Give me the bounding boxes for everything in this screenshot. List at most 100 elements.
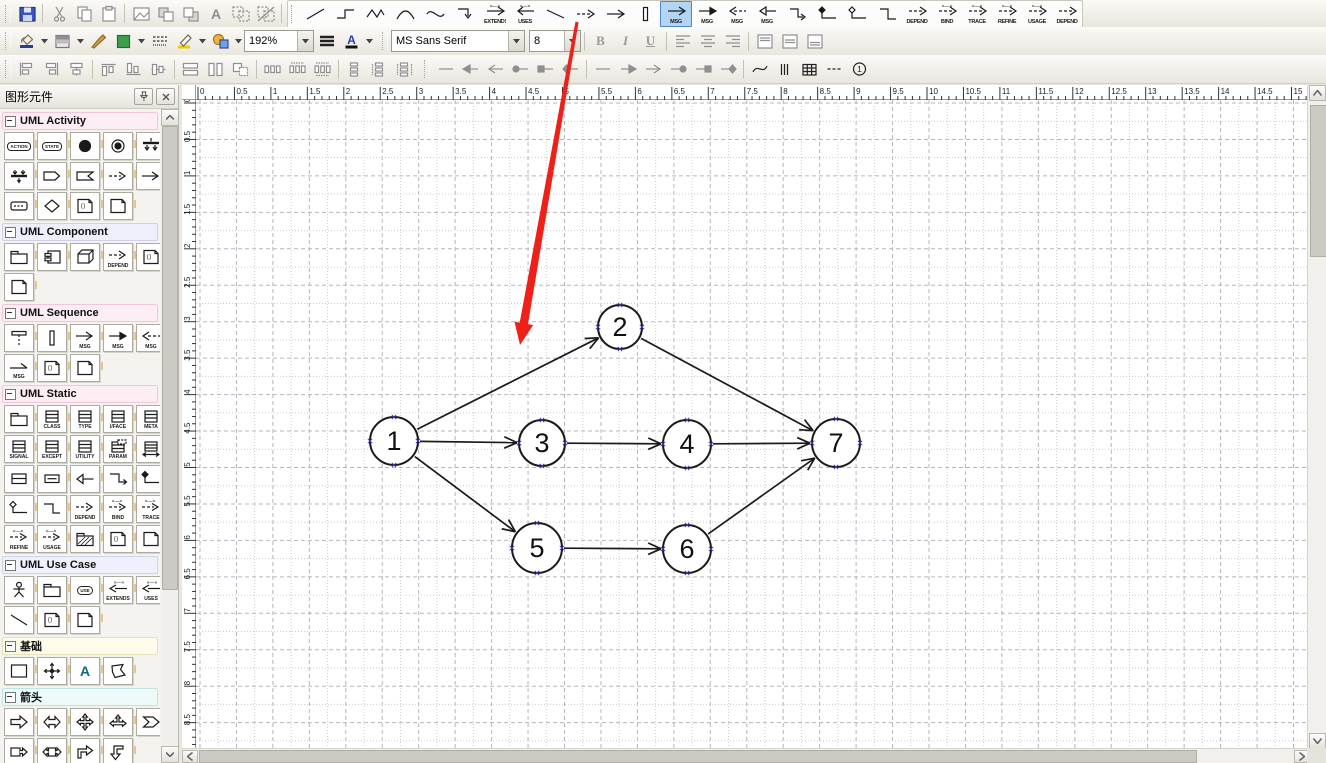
shape-actor[interactable] [4,576,34,604]
conn-solid-arrow-button[interactable] [600,2,630,26]
edge-1-3[interactable] [420,437,517,448]
drawing-surface[interactable]: 1234567 [196,100,1307,748]
italic-button[interactable]: I [613,29,638,53]
shape-hatched-folder[interactable] [70,525,100,553]
conn-elbow2-button[interactable] [782,2,812,26]
dash-table-button[interactable] [147,29,172,53]
edge-6-7[interactable] [708,458,815,534]
bold-button[interactable]: B [588,29,613,53]
edge-4-7[interactable] [713,438,810,449]
font-color-caret[interactable] [364,30,375,52]
collapse-icon[interactable] [5,560,16,571]
canvas-scroll-down-icon[interactable] [1309,733,1326,749]
conn-msg-open-button[interactable]: MSG [660,1,692,27]
curved-line-button[interactable] [747,57,772,81]
shape-xarrow-left[interactable]: «—»USES [136,576,160,604]
conn-line-button[interactable] [300,2,330,26]
shape-shadow-caret[interactable] [233,30,244,52]
node-1[interactable]: 1 [368,415,420,467]
shape-signal-send-shape[interactable] [37,162,67,190]
distribute-v2-button[interactable] [367,57,392,81]
conn-depend-button[interactable]: DEPEND [902,2,932,26]
align-bottom-edges-button[interactable] [121,57,146,81]
canvas-scroll-left-icon[interactable] [182,750,198,763]
shape-code-note[interactable]: ⟨⟩ [37,606,67,634]
canvas-vertical-scrollbar[interactable] [1307,85,1326,750]
valign-bottom-button[interactable] [802,29,827,53]
shape-classbox[interactable]: UTILITY [70,435,100,463]
toolbar-grip[interactable] [5,32,11,50]
section-header-uml-component[interactable]: UML Component [2,223,158,241]
node-3[interactable]: 3 [517,418,567,468]
conn-activation-button[interactable] [630,2,660,26]
conn-elbow-arrow-button[interactable] [450,2,480,26]
shape-big-arrow-right[interactable] [4,708,34,736]
node-4[interactable]: 4 [661,418,713,470]
shape-code-note[interactable]: ⟨⟩ [103,525,133,553]
conn-refine-button[interactable]: «—»REFINE [992,2,1022,26]
shape-solid-arrow[interactable] [136,162,160,190]
shape-lr-arrow-box[interactable] [37,738,67,763]
shape-open-arrow[interactable]: MSG [70,324,100,352]
shape-xarrow[interactable]: «—»USAGE [37,525,67,553]
shape-classbox[interactable]: TYPE [70,405,100,433]
conn-trace-button[interactable]: «—»TRACE [962,2,992,26]
node-6[interactable]: 6 [661,523,713,575]
shape-classbox[interactable]: META [136,405,160,433]
same-height-button[interactable] [203,57,228,81]
shape-usecase-oval[interactable]: USE [70,576,100,604]
sidebar-scroll-down-icon[interactable] [161,746,179,763]
shape-color-button[interactable] [111,29,136,53]
valign-top-button[interactable] [752,29,777,53]
shape-one-line-box[interactable] [37,465,67,493]
canvas-horizontal-scrollbar[interactable] [182,748,1316,763]
copy-button[interactable] [71,2,96,26]
bring-forward-button[interactable] [153,2,178,26]
shape-rectangle-shape[interactable] [4,657,34,685]
toolbar-grip[interactable] [424,60,430,78]
conn-arc-button[interactable] [390,2,420,26]
shape-note-box[interactable] [4,192,34,220]
end-none-button[interactable] [590,57,615,81]
shape-generalization-arrow[interactable] [70,465,100,493]
number-badge-button[interactable]: 1 [847,57,872,81]
toolbar-grip[interactable] [382,32,388,50]
shape-text-a[interactable]: A [70,657,100,685]
end-square-button[interactable] [690,57,715,81]
fill-color-button[interactable] [14,29,39,53]
shape-two-section-box[interactable] [4,465,34,493]
begin-arrow-solid-button[interactable] [458,57,483,81]
conn-msg-return-button[interactable]: MSG [752,2,782,26]
shape-xarrow[interactable]: «—»BIND [103,495,133,523]
pin-icon[interactable] [134,88,153,105]
collapse-icon[interactable] [5,308,16,319]
conn-msg-solid-button[interactable]: MSG [692,2,722,26]
shape-classbox[interactable]: I/FACE [103,405,133,433]
shape-component-shape[interactable] [37,243,67,271]
font-size-combobox[interactable]: 8 [529,30,581,52]
toolbar-grip[interactable] [291,5,297,23]
distribute-h3-button[interactable] [310,57,335,81]
zoom-level-combobox[interactable]: 192% [244,30,314,52]
align-left-edges-button[interactable] [14,57,39,81]
conn-usage-button[interactable]: «—»USAGE [1022,2,1052,26]
shape-xarrow-left[interactable]: «—»EXTENDS [103,576,133,604]
distribute-v1-button[interactable] [342,57,367,81]
same-width-button[interactable] [178,57,203,81]
save-button[interactable] [14,2,39,26]
conn-dashed-arrow-button[interactable] [570,2,600,26]
shape-box-arrow-right[interactable] [4,738,34,763]
shape-shadow-button[interactable] [208,29,233,53]
shape-decision-diamond[interactable] [37,192,67,220]
end-diamond-button[interactable] [715,57,740,81]
section-header-uml-activity[interactable]: UML Activity [2,112,158,130]
section-header-uml-static[interactable]: UML Static [2,385,158,403]
conn-extend-button[interactable]: «—»EXTEND! [480,2,510,26]
font-name-combobox[interactable]: MS Sans Serif [391,30,525,52]
shape-dashed-arrow-left[interactable]: MSG [136,324,160,352]
edge-2-7[interactable] [641,338,813,430]
font-name-combobox-caret-icon[interactable] [508,31,524,51]
shape-package-folder[interactable] [37,576,67,604]
collapse-icon[interactable] [5,389,16,400]
valign-middle-button[interactable] [777,29,802,53]
